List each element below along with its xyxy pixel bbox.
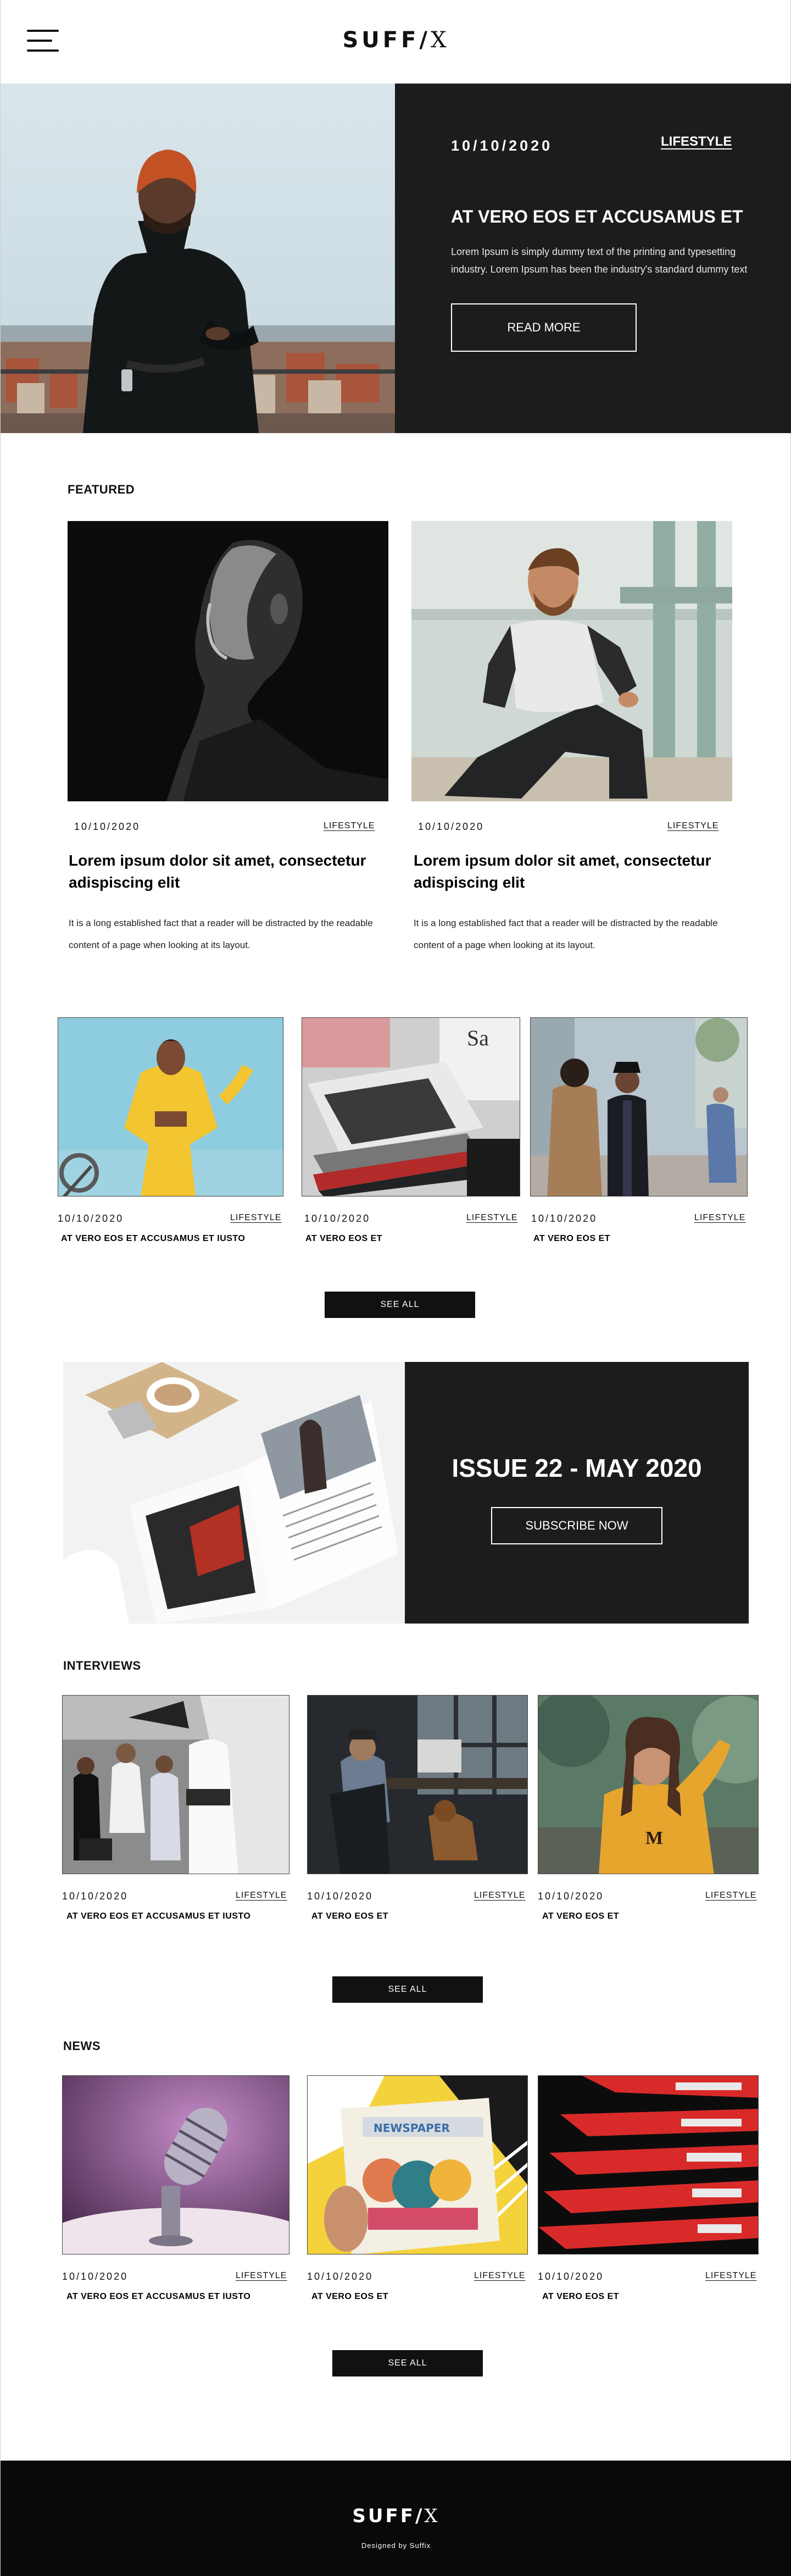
interview-image-3[interactable]: M — [538, 1695, 759, 1874]
hero-image — [1, 84, 395, 433]
interview-title-1[interactable]: AT VERO EOS ET ACCUSAMUS ET IUSTO — [66, 1912, 250, 1921]
trio-date-2: 10/10/2020 — [304, 1213, 371, 1224]
news-category-3[interactable]: LIFESTYLE — [705, 2271, 756, 2281]
interview-image-1[interactable] — [62, 1695, 289, 1874]
svg-text:Sa: Sa — [467, 1026, 489, 1050]
news-label: NEWS — [63, 2039, 101, 2053]
trio-date-3: 10/10/2020 — [531, 1213, 598, 1224]
trio-image-2[interactable]: Sa — [302, 1017, 520, 1196]
trio-image-3[interactable] — [530, 1017, 748, 1196]
trio-title-2[interactable]: AT VERO EOS ET — [305, 1234, 382, 1244]
trio-image-1[interactable] — [58, 1017, 283, 1196]
news-title-2[interactable]: AT VERO EOS ET — [311, 2292, 388, 2302]
trio-see-all-button[interactable]: SEE ALL — [325, 1292, 475, 1318]
featured-category-2[interactable]: LIFESTYLE — [667, 821, 718, 831]
news-date-2: 10/10/2020 — [307, 2271, 374, 2282]
featured-category-1[interactable]: LIFESTYLE — [324, 821, 375, 831]
issue-title: ISSUE 22 - MAY 2020 — [452, 1454, 702, 1482]
interview-category-2[interactable]: LIFESTYLE — [474, 1891, 525, 1901]
newspaper-heading: NEWSPAPER — [374, 2121, 450, 2135]
trio-category-1[interactable]: LIFESTYLE — [230, 1213, 281, 1223]
interview-category-1[interactable]: LIFESTYLE — [236, 1891, 287, 1901]
footer-credit: Designed by Suffix — [361, 2541, 431, 2550]
news-see-all-button[interactable]: SEE ALL — [332, 2350, 483, 2376]
hero-category-link[interactable]: LIFESTYLE — [661, 134, 732, 149]
featured-title-2[interactable]: Lorem ipsum dolor sit amet, consectetur … — [414, 850, 732, 894]
featured-text-1: It is a long established fact that a rea… — [69, 918, 373, 950]
hero-description: Lorem Ipsum is simply dummy text of the … — [451, 246, 748, 275]
featured-image-1[interactable] — [68, 521, 388, 801]
news-image-3[interactable] — [538, 2075, 759, 2254]
interview-title-2[interactable]: AT VERO EOS ET — [311, 1912, 388, 1921]
site-logo[interactable]: SUFF/X — [341, 27, 451, 53]
issue-panel — [405, 1362, 749, 1624]
read-more-button[interactable]: READ MORE — [451, 303, 637, 352]
news-date-3: 10/10/2020 — [538, 2271, 604, 2282]
trio-date-1: 10/10/2020 — [58, 1213, 124, 1224]
trio-title-3[interactable]: AT VERO EOS ET — [533, 1234, 610, 1244]
news-title-1[interactable]: AT VERO EOS ET ACCUSAMUS ET IUSTO — [66, 2292, 250, 2302]
news-date-1: 10/10/2020 — [62, 2271, 129, 2282]
interview-title-3[interactable]: AT VERO EOS ET — [542, 1912, 619, 1921]
footer-logo[interactable]: SUFF/X — [341, 2505, 451, 2527]
hero-date: 10/10/2020 — [451, 137, 553, 154]
news-image-2[interactable]: NEWSPAPER — [307, 2075, 528, 2254]
news-category-1[interactable]: LIFESTYLE — [236, 2271, 287, 2281]
news-title-3[interactable]: AT VERO EOS ET — [542, 2292, 619, 2302]
featured-title-1[interactable]: Lorem ipsum dolor sit amet, consectetur … — [69, 850, 385, 894]
page: SUFF/X 10/10/2020 LIFESTYLE AT VERO EOS … — [0, 0, 791, 2576]
trio-category-2[interactable]: LIFESTYLE — [466, 1213, 517, 1223]
interview-date-1: 10/10/2020 — [62, 1891, 129, 1902]
subscribe-button[interactable]: SUBSCRIBE NOW — [491, 1507, 662, 1544]
interview-date-3: 10/10/2020 — [538, 1891, 604, 1902]
trio-category-3[interactable]: LIFESTYLE — [694, 1213, 745, 1223]
featured-date-2: 10/10/2020 — [418, 821, 484, 832]
issue-image — [63, 1362, 405, 1624]
menu-icon[interactable] — [27, 30, 59, 52]
news-category-2[interactable]: LIFESTYLE — [474, 2271, 525, 2281]
svg-text:M: M — [645, 1828, 663, 1848]
featured-label: FEATURED — [68, 483, 135, 496]
featured-text-2: It is a long established fact that a rea… — [414, 918, 718, 950]
news-image-1[interactable] — [62, 2075, 289, 2254]
trio-title-1[interactable]: AT VERO EOS ET ACCUSAMUS ET IUSTO — [61, 1234, 245, 1244]
featured-date-1: 10/10/2020 — [74, 821, 141, 832]
interviews-see-all-button[interactable]: SEE ALL — [332, 1976, 483, 2003]
featured-image-2[interactable] — [411, 521, 732, 801]
hero-title: AT VERO EOS ET ACCUSAMUS ET — [451, 207, 743, 226]
interviews-label: INTERVIEWS — [63, 1659, 141, 1672]
interview-image-2[interactable] — [307, 1695, 528, 1874]
interview-category-3[interactable]: LIFESTYLE — [705, 1891, 756, 1901]
interview-date-2: 10/10/2020 — [307, 1891, 374, 1902]
